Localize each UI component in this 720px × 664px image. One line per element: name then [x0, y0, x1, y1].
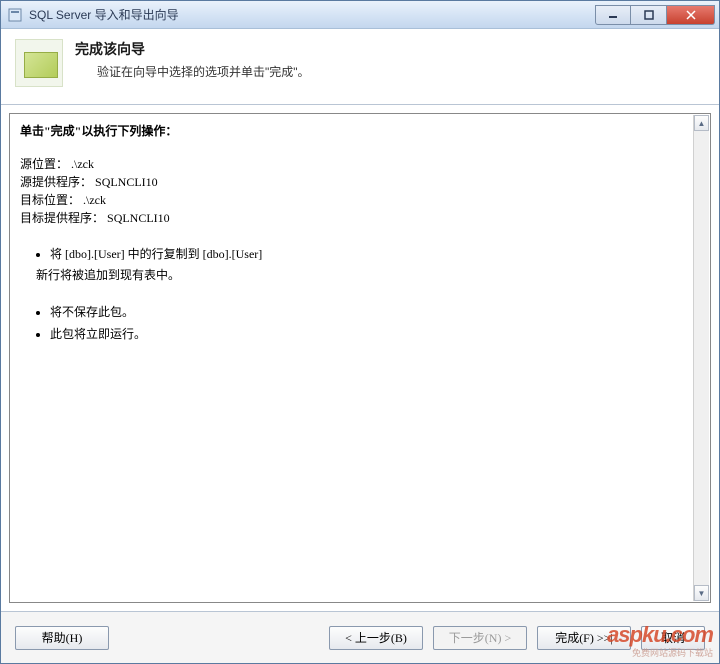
wizard-header-icon [15, 39, 63, 87]
bullet-item-sub: 新行将被追加到现有表中。 [36, 266, 700, 285]
minimize-button[interactable] [595, 5, 631, 25]
summary-box: 单击"完成"以执行下列操作： 源位置： .\zck 源提供程序： SQLNCLI… [9, 113, 711, 603]
vertical-scrollbar[interactable]: ▲ ▼ [693, 115, 709, 601]
source-provider-label: 源提供程序： [20, 175, 92, 189]
finish-button[interactable]: 完成(F) >>| [537, 626, 631, 650]
close-button[interactable] [667, 5, 715, 25]
target-location-value: .\zck [83, 193, 106, 207]
target-location-line: 目标位置： .\zck [20, 191, 700, 209]
back-button[interactable]: < 上一步(B) [329, 626, 423, 650]
summary-title: 单击"完成"以执行下列操作： [20, 122, 700, 139]
source-location-value: .\zck [71, 157, 94, 171]
source-location-line: 源位置： .\zck [20, 155, 700, 173]
target-provider-line: 目标提供程序： SQLNCLI10 [20, 209, 700, 227]
titlebar[interactable]: SQL Server 导入和导出向导 [1, 1, 719, 29]
wizard-header-subtitle: 验证在向导中选择的选项并单击"完成"。 [75, 63, 310, 80]
scroll-up-button[interactable]: ▲ [694, 115, 709, 131]
wizard-window: SQL Server 导入和导出向导 完成该向导 验证在向导中选择的选项并单击"… [0, 0, 720, 664]
source-provider-line: 源提供程序： SQLNCLI10 [20, 173, 700, 191]
bullet-item: 此包将立即运行。 [50, 325, 700, 344]
source-location-label: 源位置： [20, 157, 68, 171]
wizard-content: 单击"完成"以执行下列操作： 源位置： .\zck 源提供程序： SQLNCLI… [1, 105, 719, 611]
help-button[interactable]: 帮助(H) [15, 626, 109, 650]
scroll-down-button[interactable]: ▼ [694, 585, 709, 601]
cancel-button[interactable]: 取消 [641, 626, 705, 650]
bullet-item: 将 [dbo].[User] 中的行复制到 [dbo].[User] [50, 245, 700, 264]
wizard-header-title: 完成该向导 [75, 39, 310, 59]
titlebar-buttons [595, 5, 715, 25]
wizard-footer: 帮助(H) < 上一步(B) 下一步(N) > 完成(F) >>| 取消 [1, 611, 719, 663]
source-provider-value: SQLNCLI10 [95, 175, 158, 189]
next-button: 下一步(N) > [433, 626, 527, 650]
target-provider-label: 目标提供程序： [20, 211, 104, 225]
wizard-header: 完成该向导 验证在向导中选择的选项并单击"完成"。 [1, 29, 719, 105]
target-provider-value: SQLNCLI10 [107, 211, 170, 225]
target-location-label: 目标位置： [20, 193, 80, 207]
bullet-group-2: 将不保存此包。 此包将立即运行。 [20, 303, 700, 343]
app-icon [7, 7, 23, 23]
bullet-group-1: 将 [dbo].[User] 中的行复制到 [dbo].[User] 新行将被追… [20, 245, 700, 285]
maximize-button[interactable] [631, 5, 667, 25]
bullet-item: 将不保存此包。 [50, 303, 700, 322]
window-title: SQL Server 导入和导出向导 [29, 6, 595, 23]
wizard-header-text: 完成该向导 验证在向导中选择的选项并单击"完成"。 [75, 39, 310, 80]
